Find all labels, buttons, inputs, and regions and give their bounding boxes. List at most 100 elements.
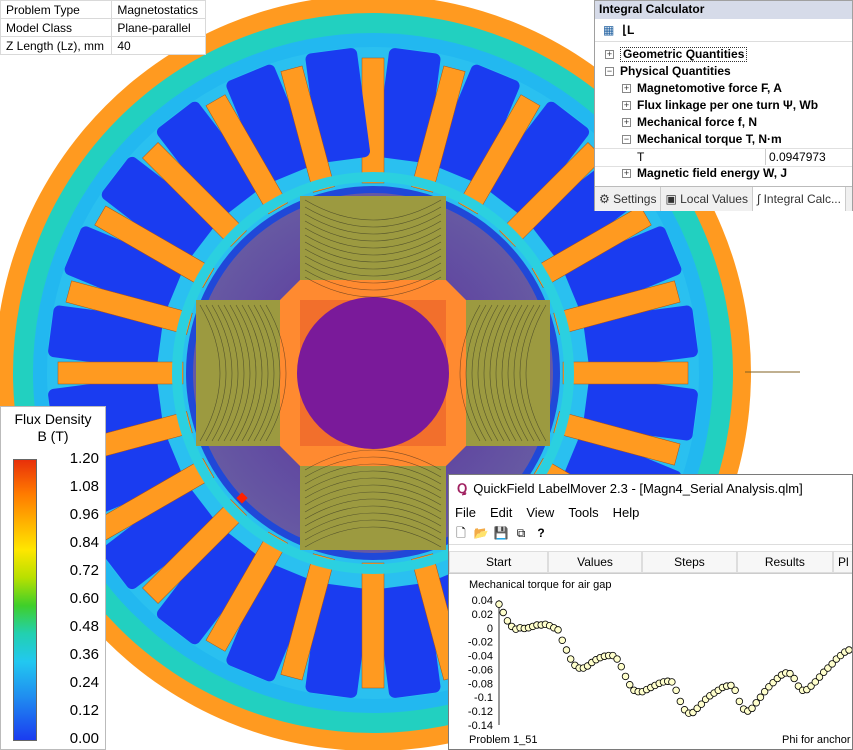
y-tick-label: -0.02 — [468, 637, 493, 649]
open-icon[interactable]: 📂 — [473, 525, 489, 541]
info-value: Magnetostatics — [111, 0, 206, 19]
collapse-icon[interactable]: − — [605, 67, 614, 76]
quantity-value: 0.0947973 — [765, 149, 826, 165]
tree-item-torque[interactable]: − Mechanical torque T, N·m — [595, 131, 852, 148]
data-point — [668, 678, 676, 686]
tab-settings[interactable]: ⚙ Settings — [595, 187, 662, 211]
data-point — [626, 681, 634, 689]
problem-info-table: Problem Type Magnetostatics Model Class … — [0, 0, 206, 55]
info-row: Z Length (Lz), mm 40 — [0, 36, 206, 55]
panel-title: Integral Calculator — [595, 1, 852, 19]
expand-icon[interactable]: + — [622, 169, 631, 178]
length-icon[interactable]: ⌊L — [622, 23, 634, 37]
menu-tools[interactable]: Tools — [568, 505, 598, 520]
quantity-name: T — [637, 150, 645, 164]
flux-density-legend: Flux Density B (T) 1.20 1.08 0.96 0.84 0.72 0… — [0, 406, 106, 750]
menu-bar: File Edit View Tools Help — [449, 502, 852, 522]
problem-label: Problem 1_51 — [469, 734, 538, 746]
legend-tick-label: 0.12 — [69, 702, 99, 719]
info-key: Problem Type — [0, 0, 113, 19]
menu-edit[interactable]: Edit — [490, 505, 512, 520]
toolbar: 🗋 📂 💾 ⧉ ? — [449, 522, 852, 545]
tree-item-energy[interactable]: + Magnetic field energy W, J — [595, 165, 852, 182]
data-point — [554, 626, 562, 634]
expand-icon[interactable]: + — [622, 118, 631, 127]
legend-tick-label: 0.60 — [69, 590, 99, 607]
data-point — [613, 655, 621, 663]
labelmover-window: Ꝗ QuickField LabelMover 2.3 - [Magn4_Ser… — [448, 474, 853, 750]
save-icon[interactable]: 💾 — [493, 525, 509, 541]
legend-tick-label: 0.84 — [69, 534, 99, 551]
calc-toolbar: ▦ ⌊L — [595, 19, 852, 42]
stator-tooth — [361, 562, 385, 689]
y-tick-label: -0.12 — [468, 706, 493, 718]
legend-title: Flux Density — [14, 411, 92, 427]
collapse-icon[interactable]: − — [622, 135, 631, 144]
info-key: Model Class — [0, 18, 113, 37]
legend-tick-label: 0.72 — [69, 562, 99, 579]
info-row: Problem Type Magnetostatics — [0, 0, 206, 19]
legend-color-bar — [13, 459, 37, 741]
plot-title: Mechanical torque for air gap — [469, 579, 611, 591]
menu-file[interactable]: File — [455, 505, 476, 520]
tree-item-force[interactable]: + Mechanical force f, N — [595, 114, 852, 131]
data-point — [731, 686, 739, 694]
window-title: QuickField LabelMover 2.3 - [Magn4_Seria… — [473, 481, 803, 496]
data-point — [495, 600, 503, 608]
legend-tick-label: 1.20 — [69, 450, 99, 467]
data-point — [790, 674, 798, 683]
y-tick-label: -0.1 — [474, 692, 493, 704]
data-point — [558, 636, 566, 644]
y-tick-label: -0.06 — [468, 664, 493, 676]
y-tick-label: -0.14 — [468, 720, 493, 732]
data-point — [499, 608, 507, 617]
step-start[interactable]: Start — [449, 551, 549, 573]
data-point — [503, 617, 512, 625]
tree-item-mmf[interactable]: + Magnetomotive force F, A — [595, 80, 852, 97]
legend-unit: B (T) — [37, 428, 69, 444]
expand-icon[interactable]: + — [622, 101, 631, 110]
x-axis-label: Phi for anchor — [782, 734, 851, 746]
info-value: Plane-parallel — [111, 18, 206, 37]
step-results[interactable]: Results — [737, 551, 833, 573]
stator-tooth — [57, 361, 184, 385]
y-tick-label: 0.04 — [472, 595, 493, 607]
tree-item-flux[interactable]: + Flux linkage per one turn Ψ, Wb — [595, 97, 852, 114]
legend-tick-label: 0.24 — [69, 674, 99, 691]
copy-icon[interactable]: ⧉ — [513, 525, 529, 541]
settings-icon: ⚙ — [599, 192, 614, 206]
step-values[interactable]: Values — [548, 551, 642, 573]
window-titlebar: Ꝗ QuickField LabelMover 2.3 - [Magn4_Ser… — [449, 475, 852, 502]
expand-icon[interactable]: + — [622, 84, 631, 93]
tab-integral-calc[interactable]: ∫ Integral Calc... — [752, 187, 846, 211]
expand-icon[interactable]: + — [605, 50, 614, 59]
torque-plot: Mechanical torque for air gap 0.04 0.02 0 -… — [449, 575, 852, 749]
data-point — [748, 704, 756, 713]
step-tabs: Start Values Steps Results Pl — [449, 551, 852, 574]
legend-tick-label: 0.00 — [69, 730, 99, 747]
tree-item-geometric[interactable]: + Geometric Quantities — [595, 46, 852, 63]
new-icon[interactable]: 🗋 — [453, 525, 469, 541]
panel-tabs: ⚙ Settings ▣ Local Values ∫ Integral Cal… — [595, 186, 852, 211]
legend-tick-label: 0.48 — [69, 618, 99, 635]
data-point — [617, 662, 625, 671]
help-icon[interactable]: ? — [533, 525, 549, 541]
data-point — [621, 672, 630, 681]
data-point — [756, 693, 765, 701]
menu-help[interactable]: Help — [613, 505, 640, 520]
step-steps[interactable]: Steps — [641, 551, 738, 573]
data-point — [566, 655, 575, 663]
app-icon: Ꝗ — [457, 480, 468, 496]
y-tick-label: -0.08 — [468, 678, 493, 690]
data-point — [735, 697, 744, 706]
y-tick-label: -0.04 — [468, 651, 493, 663]
legend-tick-label: 1.08 — [69, 478, 99, 495]
tree-item-physical[interactable]: − Physical Quantities — [595, 63, 852, 80]
tab-local-values[interactable]: ▣ Local Values — [661, 187, 753, 211]
step-plot[interactable]: Pl — [832, 551, 852, 573]
y-tick-label: 0.02 — [472, 609, 493, 621]
legend-tick-label: 0.96 — [69, 506, 99, 523]
grid-icon[interactable]: ▦ — [603, 23, 614, 37]
stator-tooth — [562, 361, 689, 385]
menu-view[interactable]: View — [526, 505, 554, 520]
